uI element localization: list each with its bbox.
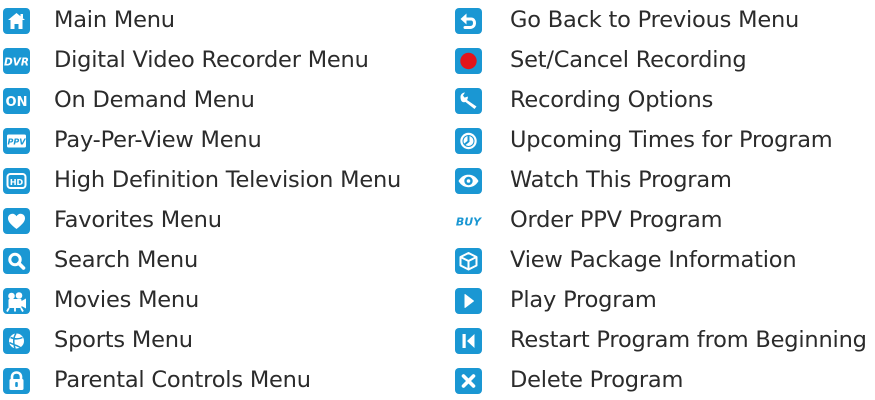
wrench-icon: [452, 86, 485, 116]
eye-icon: [452, 166, 485, 196]
sports-ball-icon: [0, 326, 33, 356]
legend-label: Watch This Program: [510, 167, 732, 193]
dvr-icon: DVR: [0, 46, 33, 76]
legend-label: Order PPV Program: [510, 207, 723, 233]
legend-label: Parental Controls Menu: [54, 367, 311, 393]
legend-label: Recording Options: [510, 87, 714, 113]
heart-icon: [0, 206, 33, 236]
legend-row: HD High Definition Television Menu: [0, 160, 401, 200]
lock-icon: [0, 366, 33, 396]
play-icon: [452, 286, 485, 316]
legend-row: Movies Menu: [0, 280, 401, 320]
on-demand-icon: ON: [0, 86, 33, 116]
legend-label: Favorites Menu: [54, 207, 222, 233]
icon-legend: Main Menu DVR Digital Video Recorder Men…: [0, 0, 875, 398]
legend-row: Recording Options: [452, 80, 867, 120]
delete-x-icon: [452, 366, 485, 396]
legend-label: Movies Menu: [54, 287, 200, 313]
legend-label: Upcoming Times for Program: [510, 127, 833, 153]
legend-row: Watch This Program: [452, 160, 867, 200]
clock-icon: [452, 126, 485, 156]
legend-label: Play Program: [510, 287, 657, 313]
legend-label: Main Menu: [54, 7, 175, 33]
legend-row: DVR Digital Video Recorder Menu: [0, 40, 401, 80]
back-arrow-icon: [452, 6, 485, 36]
svg-text:PPV: PPV: [8, 138, 27, 147]
legend-label: Pay-Per-View Menu: [54, 127, 262, 153]
search-icon: [0, 246, 33, 276]
action-icons-column: Go Back to Previous Menu Set/Cancel Reco…: [452, 0, 867, 400]
legend-label: Set/Cancel Recording: [510, 47, 747, 73]
legend-row: ON On Demand Menu: [0, 80, 401, 120]
legend-label: Sports Menu: [54, 327, 193, 353]
legend-row: Play Program: [452, 280, 867, 320]
legend-row: Parental Controls Menu: [0, 360, 401, 400]
menu-icons-column: Main Menu DVR Digital Video Recorder Men…: [0, 0, 401, 400]
legend-label: Go Back to Previous Menu: [510, 7, 800, 33]
legend-row: Set/Cancel Recording: [452, 40, 867, 80]
svg-text:HD: HD: [10, 178, 24, 187]
legend-row: View Package Information: [452, 240, 867, 280]
legend-label: Delete Program: [510, 367, 684, 393]
legend-label: High Definition Television Menu: [54, 167, 402, 193]
restart-icon: [452, 326, 485, 356]
legend-row: BUY Order PPV Program: [452, 200, 867, 240]
legend-label: On Demand Menu: [54, 87, 255, 113]
hd-icon: HD: [0, 166, 33, 196]
legend-label: Digital Video Recorder Menu: [54, 47, 369, 73]
legend-row: Main Menu: [0, 0, 401, 40]
legend-row: Go Back to Previous Menu: [452, 0, 867, 40]
buy-icon: BUY: [452, 206, 485, 236]
ppv-icon: PPV: [0, 126, 33, 156]
movie-camera-icon: [0, 286, 33, 316]
legend-row: Sports Menu: [0, 320, 401, 360]
svg-text:DVR: DVR: [4, 57, 29, 69]
home-icon: [0, 6, 33, 36]
svg-text:ON: ON: [6, 95, 28, 110]
svg-text:BUY: BUY: [456, 216, 482, 229]
legend-label: Search Menu: [54, 247, 199, 273]
record-icon: [452, 46, 485, 76]
legend-row: Favorites Menu: [0, 200, 401, 240]
legend-row: Delete Program: [452, 360, 867, 400]
legend-row: Search Menu: [0, 240, 401, 280]
legend-row: PPV Pay-Per-View Menu: [0, 120, 401, 160]
legend-row: Upcoming Times for Program: [452, 120, 867, 160]
legend-label: Restart Program from Beginning: [510, 327, 867, 353]
legend-label: View Package Information: [510, 247, 797, 273]
package-box-icon: [452, 246, 485, 276]
legend-row: Restart Program from Beginning: [452, 320, 867, 360]
